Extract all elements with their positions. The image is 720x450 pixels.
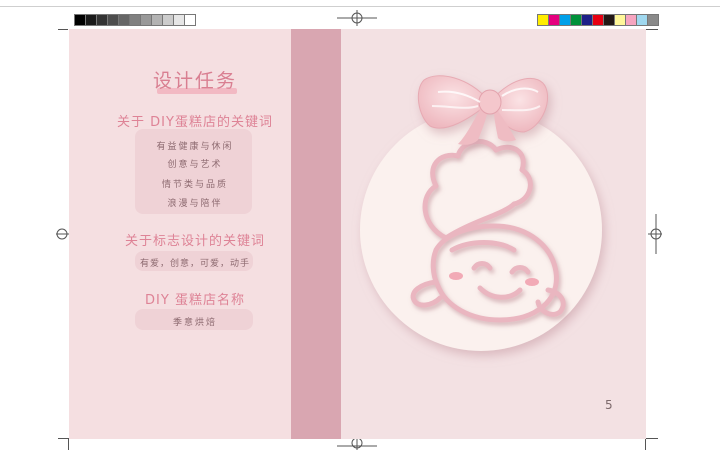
cheek-left	[449, 272, 463, 280]
print-sheet: 设计任务 关于 DIY蛋糕店的关键词 有益健康与休闲 创意与艺术 情节类与品质 …	[0, 0, 720, 450]
circle-background	[360, 109, 602, 351]
logo-illustration	[360, 75, 602, 351]
cheek-right	[525, 278, 539, 286]
page-number: 5	[605, 398, 613, 412]
